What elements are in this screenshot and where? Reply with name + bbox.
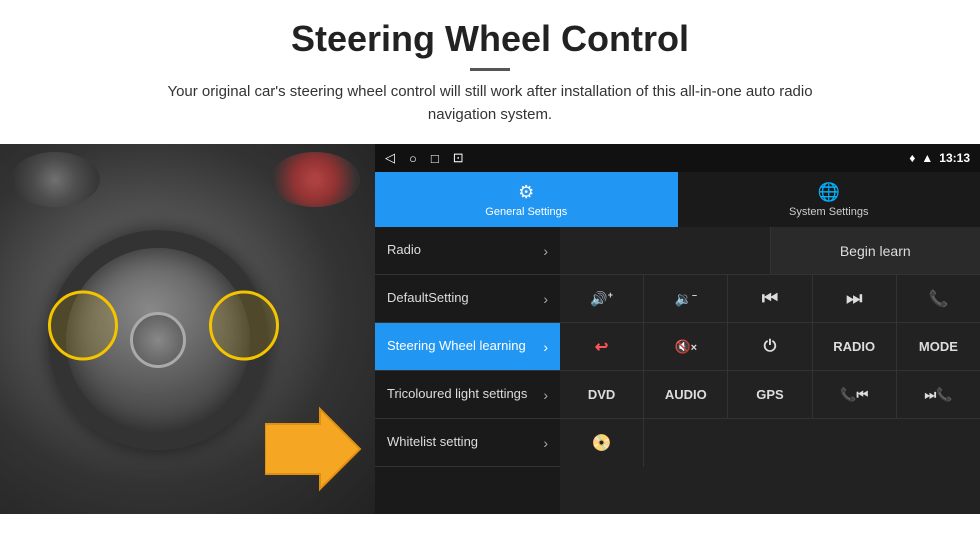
controls-grid: Begin learn 🔊+ 🔉– ⏮ ⏭	[560, 227, 980, 514]
mute-button[interactable]: 🔇×	[644, 323, 728, 370]
hang-up-button[interactable]: ↩	[560, 323, 644, 370]
menu-item-default[interactable]: DefaultSetting ›	[375, 275, 560, 323]
system-settings-icon: 🌐	[818, 182, 840, 203]
dvd-disc-icon: 📀	[592, 433, 612, 453]
power-icon: ⏻	[764, 338, 777, 356]
wheel-background	[0, 144, 375, 514]
mode-label: MODE	[919, 339, 958, 354]
tab-general[interactable]: ⚙ General Settings	[375, 172, 678, 227]
tab-system[interactable]: 🌐 System Settings	[678, 172, 980, 227]
vol-up-icon: 🔊+	[590, 290, 613, 308]
page-subtitle: Your original car's steering wheel contr…	[140, 81, 840, 126]
dvd-button[interactable]: DVD	[560, 371, 644, 418]
phone-button[interactable]: 📞	[897, 275, 980, 322]
next-icon: ⏭	[846, 288, 862, 309]
phone-prev-icon: 📞⏮	[840, 387, 868, 403]
gauge-left	[10, 152, 100, 207]
gps-button[interactable]: GPS	[728, 371, 812, 418]
menu-item-radio-label: Radio	[387, 242, 543, 259]
chevron-icon-default: ›	[543, 291, 548, 307]
phone-icon: 📞	[928, 289, 948, 309]
yellow-circle-right	[209, 291, 279, 361]
back-icon: ◁	[385, 150, 395, 166]
chevron-icon-whitelist: ›	[543, 435, 548, 451]
home-icon: ○	[409, 151, 417, 166]
status-bar-right: ♦ ▲ 13:13	[909, 151, 970, 165]
chevron-icon-steering: ›	[543, 339, 548, 355]
top-row: Begin learn	[560, 227, 980, 275]
clock: 13:13	[939, 151, 970, 165]
prev-button[interactable]: ⏮	[728, 275, 812, 322]
dvd-disc-button[interactable]: 📀	[560, 419, 644, 467]
audio-button[interactable]: AUDIO	[644, 371, 728, 418]
title-divider	[470, 68, 510, 71]
android-panel: ◁ ○ □ ⊡ ♦ ▲ 13:13 ⚙ General Settings 🌐 S…	[375, 144, 980, 514]
vol-down-icon: 🔉–	[675, 290, 697, 308]
prev-icon: ⏮	[762, 288, 778, 309]
recents-icon: □	[431, 151, 439, 166]
chevron-icon-tricoloured: ›	[543, 387, 548, 403]
ctrl-row-4: 📀	[560, 419, 980, 467]
gauge-right	[270, 152, 360, 207]
gps-status-icon: ♦	[909, 151, 915, 165]
ctrl-row-1: 🔊+ 🔉– ⏮ ⏭ 📞	[560, 275, 980, 323]
main-content: ◁ ○ □ ⊡ ♦ ▲ 13:13 ⚙ General Settings 🌐 S…	[0, 144, 980, 514]
vol-down-button[interactable]: 🔉–	[644, 275, 728, 322]
menu-item-radio[interactable]: Radio ›	[375, 227, 560, 275]
skip-phone-button[interactable]: ⏭📞	[897, 371, 980, 418]
dvd-label: DVD	[588, 387, 615, 402]
menu-item-default-label: DefaultSetting	[387, 290, 543, 307]
mode-button[interactable]: MODE	[897, 323, 980, 370]
menu-item-tricoloured[interactable]: Tricoloured light settings ›	[375, 371, 560, 419]
steering-wheel-image	[0, 144, 375, 514]
status-bar: ◁ ○ □ ⊡ ♦ ▲ 13:13	[375, 144, 980, 172]
power-button[interactable]: ⏻	[728, 323, 812, 370]
phone-prev-button[interactable]: 📞⏮	[813, 371, 897, 418]
arrow-icon	[265, 404, 365, 494]
next-button[interactable]: ⏭	[813, 275, 897, 322]
status-bar-left: ◁ ○ □ ⊡	[385, 150, 464, 166]
empty-cell	[560, 227, 771, 274]
menu-item-whitelist[interactable]: Whitelist setting ›	[375, 419, 560, 467]
general-settings-icon: ⚙	[518, 182, 534, 203]
ctrl-row-3: DVD AUDIO GPS 📞⏮ ⏭📞	[560, 371, 980, 419]
radio-button[interactable]: RADIO	[813, 323, 897, 370]
begin-learn-button[interactable]: Begin learn	[771, 227, 980, 274]
menu-item-steering[interactable]: Steering Wheel learning ›	[375, 323, 560, 371]
page-title: Steering Wheel Control	[20, 18, 960, 60]
hang-up-icon: ↩	[595, 337, 608, 357]
gps-label: GPS	[756, 387, 783, 402]
screenshot-icon: ⊡	[453, 150, 464, 166]
menu-and-controls: Radio › DefaultSetting › Steering Wheel …	[375, 227, 980, 514]
tab-general-label: General Settings	[485, 206, 567, 218]
menu-item-tricoloured-label: Tricoloured light settings	[387, 386, 543, 403]
vol-up-button[interactable]: 🔊+	[560, 275, 644, 322]
signal-icon: ▲	[921, 151, 933, 165]
menu-item-whitelist-label: Whitelist setting	[387, 434, 543, 451]
skip-phone-icon: ⏭📞	[924, 387, 952, 403]
ctrl-row-2: ↩ 🔇× ⏻ RADIO MODE	[560, 323, 980, 371]
audio-label: AUDIO	[665, 387, 707, 402]
tab-bar: ⚙ General Settings 🌐 System Settings	[375, 172, 980, 227]
yellow-circle-left	[48, 291, 118, 361]
page-header: Steering Wheel Control Your original car…	[0, 0, 980, 136]
chevron-icon-radio: ›	[543, 243, 548, 259]
tab-system-label: System Settings	[789, 206, 868, 218]
empty-space	[644, 419, 980, 467]
mute-icon: 🔇×	[674, 339, 697, 355]
radio-label: RADIO	[833, 339, 875, 354]
menu-item-steering-label: Steering Wheel learning	[387, 338, 543, 355]
menu-list: Radio › DefaultSetting › Steering Wheel …	[375, 227, 560, 514]
